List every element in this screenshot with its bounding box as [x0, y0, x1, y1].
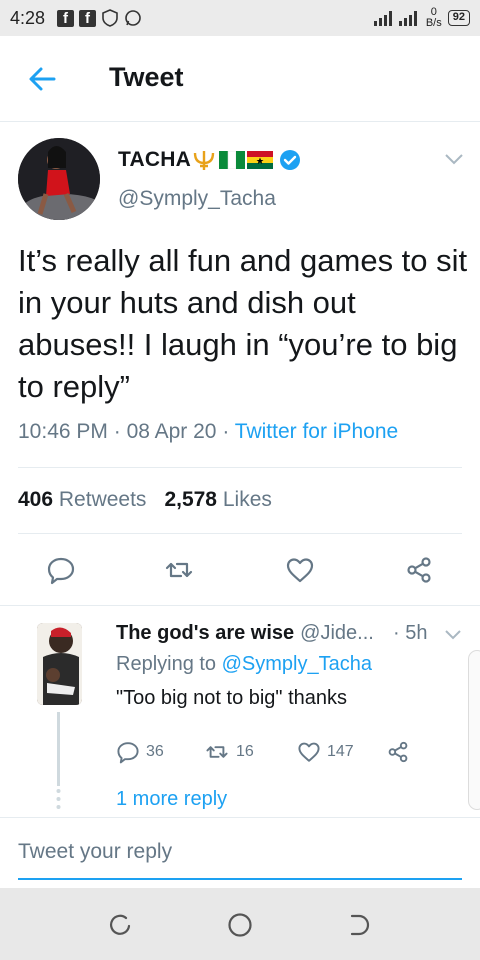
reply-retweet-action[interactable]: 16 — [204, 740, 254, 764]
reply-compose-input[interactable]: Tweet your reply — [18, 836, 462, 880]
whatsapp-notification-icon — [124, 9, 142, 27]
reply-author-name[interactable]: The god's are wise — [116, 622, 294, 645]
tweet-meta: 10:46 PM · 08 Apr 20 · Twitter for iPhon… — [18, 420, 398, 444]
reply-reply-action[interactable]: 36 — [116, 740, 164, 764]
tweet-actions — [0, 555, 480, 587]
chevron-down-icon[interactable] — [444, 152, 464, 166]
reply-like-count: 147 — [327, 743, 354, 760]
reply-author-handle[interactable]: @Jide... — [300, 622, 374, 645]
replying-to-prefix: Replying to — [116, 653, 217, 675]
retweets-stat[interactable]: 406 Retweets — [18, 488, 146, 512]
replying-to: Replying to @Symply_Tacha — [116, 653, 372, 676]
app-header: Tweet — [0, 36, 480, 122]
back-nav-icon[interactable] — [347, 912, 373, 938]
likes-stat[interactable]: 2,578 Likes — [164, 488, 271, 512]
share-icon — [388, 741, 408, 763]
share-icon[interactable] — [404, 555, 434, 585]
likes-label: Likes — [222, 488, 272, 511]
tweet-source-link[interactable]: Twitter for iPhone — [235, 420, 398, 443]
author-handle[interactable]: @Symply_Tacha — [118, 187, 276, 211]
section-divider — [0, 817, 480, 818]
recent-apps-icon[interactable] — [107, 912, 133, 938]
thread-dots — [56, 789, 61, 809]
chevron-down-icon[interactable] — [444, 629, 462, 641]
section-divider — [0, 605, 480, 606]
likes-count: 2,578 — [164, 488, 217, 511]
ghana-flag-icon — [246, 151, 273, 169]
reply-text: "Too big not to big" thanks — [116, 687, 348, 709]
retweets-count: 406 — [18, 488, 54, 511]
home-icon[interactable] — [227, 912, 253, 938]
page-title: Tweet — [109, 62, 184, 92]
divider — [18, 533, 462, 534]
reply-icon[interactable] — [46, 555, 76, 585]
facebook-notification-icon: f — [57, 9, 75, 27]
nigeria-flag-icon — [218, 151, 245, 169]
retweet-icon[interactable] — [164, 555, 194, 585]
tweet-text: It’s really all fun and games to sit in … — [18, 243, 468, 404]
reply-share-action[interactable] — [386, 740, 410, 764]
author-avatar[interactable] — [18, 138, 100, 220]
like-heart-icon[interactable] — [285, 555, 315, 585]
reply-actions: 36 16 147 — [116, 740, 436, 766]
retweet-icon — [206, 746, 228, 758]
back-arrow-icon[interactable] — [26, 63, 58, 95]
system-nav-bar — [0, 888, 480, 960]
battery-indicator: 92 — [447, 10, 470, 26]
compose-placeholder: Tweet your reply — [18, 840, 173, 863]
facebook-notification-icon-2: f — [79, 9, 97, 27]
trident-emoji-icon — [193, 151, 215, 170]
status-time: 4:28 — [10, 7, 46, 28]
shield-notification-icon — [101, 9, 119, 27]
reply-icon — [117, 742, 139, 764]
more-replies-link[interactable]: 1 more reply — [116, 788, 227, 811]
reply-like-action[interactable]: 147 — [297, 740, 354, 764]
status-bar: 4:28 f f 0 B/s 92 — [0, 0, 480, 36]
tweet-date: 08 Apr 20 — [126, 420, 217, 443]
reply-reply-count: 36 — [146, 743, 164, 760]
tweet-stats: 406 Retweets 2,578 Likes — [18, 488, 272, 512]
network-speed: 0 B/s — [425, 6, 442, 29]
reply-retweet-count: 16 — [236, 743, 254, 760]
meta-separator: · — [113, 420, 121, 443]
tweet-time: 10:46 PM — [18, 420, 108, 443]
author-name[interactable]: TACHA — [118, 148, 191, 172]
side-edge-handle — [468, 650, 480, 810]
verified-badge-icon — [279, 150, 300, 170]
retweets-label: Retweets — [58, 488, 147, 511]
thread-line — [57, 712, 60, 786]
meta-separator-2: · — [222, 420, 230, 443]
reply-header[interactable]: The god's are wise @Jide... — [116, 622, 374, 645]
reply-author-avatar[interactable] — [37, 623, 82, 705]
like-heart-icon — [298, 742, 320, 762]
author-name-row[interactable]: TACHA — [118, 148, 301, 172]
reply-timestamp: · 5h — [393, 622, 428, 644]
divider — [18, 467, 462, 468]
replying-to-handle-link[interactable]: @Symply_Tacha — [222, 653, 372, 675]
signal-icon — [373, 11, 417, 26]
